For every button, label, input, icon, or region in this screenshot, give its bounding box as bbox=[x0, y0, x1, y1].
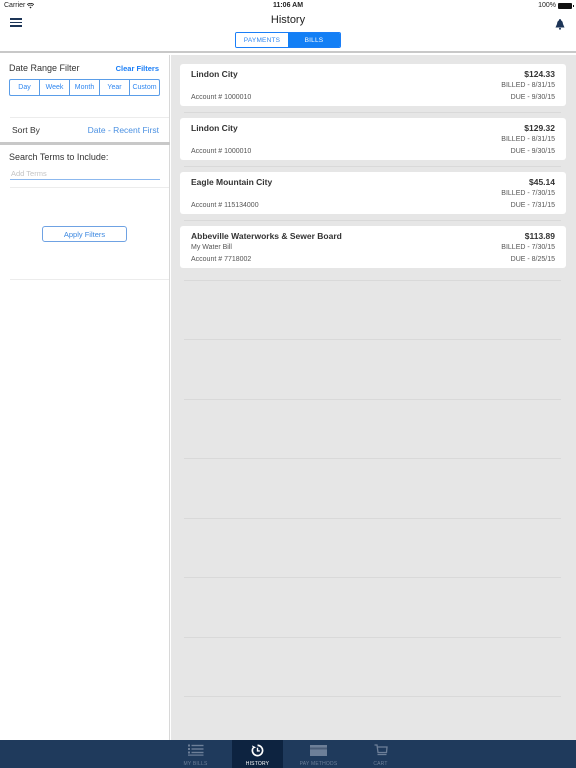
empty-row-divider bbox=[184, 696, 561, 697]
empty-row-divider bbox=[184, 280, 561, 281]
bill-billed-date: BILLED - 7/30/15 bbox=[501, 190, 555, 197]
bill-amount: $129.32 bbox=[524, 123, 555, 133]
bill-due-date: DUE - 9/30/15 bbox=[510, 148, 555, 155]
tab-label: MY BILLS bbox=[183, 761, 208, 767]
row-divider bbox=[184, 166, 561, 167]
notifications-button[interactable] bbox=[554, 17, 566, 30]
bill-biller-name: Lindon City bbox=[191, 69, 238, 79]
battery-icon bbox=[558, 2, 574, 9]
sort-by-label: Sort By bbox=[12, 125, 40, 135]
tab-label: PAY METHODS bbox=[299, 761, 338, 767]
tab-history[interactable]: HISTORY bbox=[232, 740, 283, 768]
bill-account-number: Account # 115134000 bbox=[191, 202, 259, 209]
clear-filters-button[interactable]: Clear Filters bbox=[116, 64, 159, 73]
apply-filters-button[interactable]: Apply Filters bbox=[42, 226, 127, 242]
search-terms-input[interactable] bbox=[10, 168, 160, 180]
empty-row-divider bbox=[184, 518, 561, 519]
cart-icon bbox=[374, 743, 388, 757]
date-range-filter-label: Date Range Filter bbox=[9, 63, 80, 73]
bill-biller-name: Eagle Mountain City bbox=[191, 177, 273, 187]
bill-billed-date: BILLED - 7/30/15 bbox=[501, 244, 555, 251]
tab-bar: MY BILLS HISTORY PAY METHODS CART bbox=[0, 740, 576, 768]
tab-my-bills[interactable]: MY BILLS bbox=[170, 740, 221, 768]
empty-row-divider bbox=[184, 577, 561, 578]
bill-row[interactable]: Lindon City Account # 1000010 $124.33 BI… bbox=[180, 64, 566, 106]
bill-nickname: My Water Bill bbox=[191, 244, 232, 251]
range-day[interactable]: Day bbox=[10, 80, 40, 95]
status-bar: Carrier 11:06 AM 100% bbox=[0, 0, 576, 12]
list-icon bbox=[187, 743, 204, 757]
section-divider bbox=[0, 142, 170, 145]
empty-row-divider bbox=[184, 458, 561, 459]
range-custom[interactable]: Custom bbox=[130, 80, 159, 95]
filter-sidebar: Date Range Filter Clear Filters Day Week… bbox=[0, 55, 170, 740]
divider bbox=[10, 279, 169, 280]
nav-bar: History PAYMENTS BILLS bbox=[0, 12, 576, 53]
bill-biller-name: Abbeville Waterworks & Sewer Board bbox=[191, 231, 342, 241]
empty-row-divider bbox=[184, 339, 561, 340]
sort-by-selector[interactable]: Date - Recent First bbox=[88, 125, 159, 135]
search-terms-label: Search Terms to Include: bbox=[9, 152, 109, 162]
divider bbox=[10, 187, 169, 188]
bill-due-date: DUE - 9/30/15 bbox=[510, 94, 555, 101]
segment-payments[interactable]: PAYMENTS bbox=[236, 33, 288, 47]
tab-label: CART bbox=[373, 761, 388, 767]
bill-billed-date: BILLED - 8/31/15 bbox=[501, 136, 555, 143]
tab-pay-methods[interactable]: PAY METHODS bbox=[293, 740, 344, 768]
battery-percent: 100% bbox=[538, 2, 556, 9]
battery-indicator: 100% bbox=[538, 2, 574, 9]
bill-account-number: Account # 1000010 bbox=[191, 148, 252, 155]
bill-amount: $113.89 bbox=[524, 231, 555, 241]
history-type-segmented-control: PAYMENTS BILLS bbox=[235, 32, 341, 48]
row-divider bbox=[184, 220, 561, 221]
bill-due-date: DUE - 7/31/15 bbox=[510, 202, 555, 209]
tab-cart[interactable]: CART bbox=[355, 740, 406, 768]
bill-billed-date: BILLED - 8/31/15 bbox=[501, 82, 555, 89]
history-icon bbox=[251, 743, 264, 757]
credit-card-icon bbox=[310, 743, 327, 757]
bill-amount: $45.14 bbox=[529, 177, 555, 187]
bills-list: Lindon City Account # 1000010 $124.33 BI… bbox=[171, 55, 576, 740]
divider bbox=[10, 117, 169, 118]
bill-account-number: Account # 1000010 bbox=[191, 94, 252, 101]
empty-row-divider bbox=[184, 637, 561, 638]
segment-bills[interactable]: BILLS bbox=[288, 33, 340, 47]
row-divider bbox=[184, 112, 561, 113]
bill-due-date: DUE - 8/25/15 bbox=[510, 256, 555, 263]
date-range-segmented-control: Day Week Month Year Custom bbox=[9, 79, 160, 96]
empty-row-divider bbox=[184, 399, 561, 400]
range-month[interactable]: Month bbox=[70, 80, 100, 95]
bill-row[interactable]: Abbeville Waterworks & Sewer Board My Wa… bbox=[180, 226, 566, 268]
bill-row[interactable]: Lindon City Account # 1000010 $129.32 BI… bbox=[180, 118, 566, 160]
clock: 11:06 AM bbox=[272, 2, 304, 9]
bill-row[interactable]: Eagle Mountain City Account # 115134000 … bbox=[180, 172, 566, 214]
bill-account-number: Account # 7718002 bbox=[191, 256, 252, 263]
range-year[interactable]: Year bbox=[100, 80, 130, 95]
range-week[interactable]: Week bbox=[40, 80, 70, 95]
page-title: History bbox=[270, 14, 306, 26]
bill-amount: $124.33 bbox=[524, 69, 555, 79]
bell-icon bbox=[555, 19, 565, 30]
tab-label: HISTORY bbox=[245, 761, 270, 767]
bill-biller-name: Lindon City bbox=[191, 123, 238, 133]
